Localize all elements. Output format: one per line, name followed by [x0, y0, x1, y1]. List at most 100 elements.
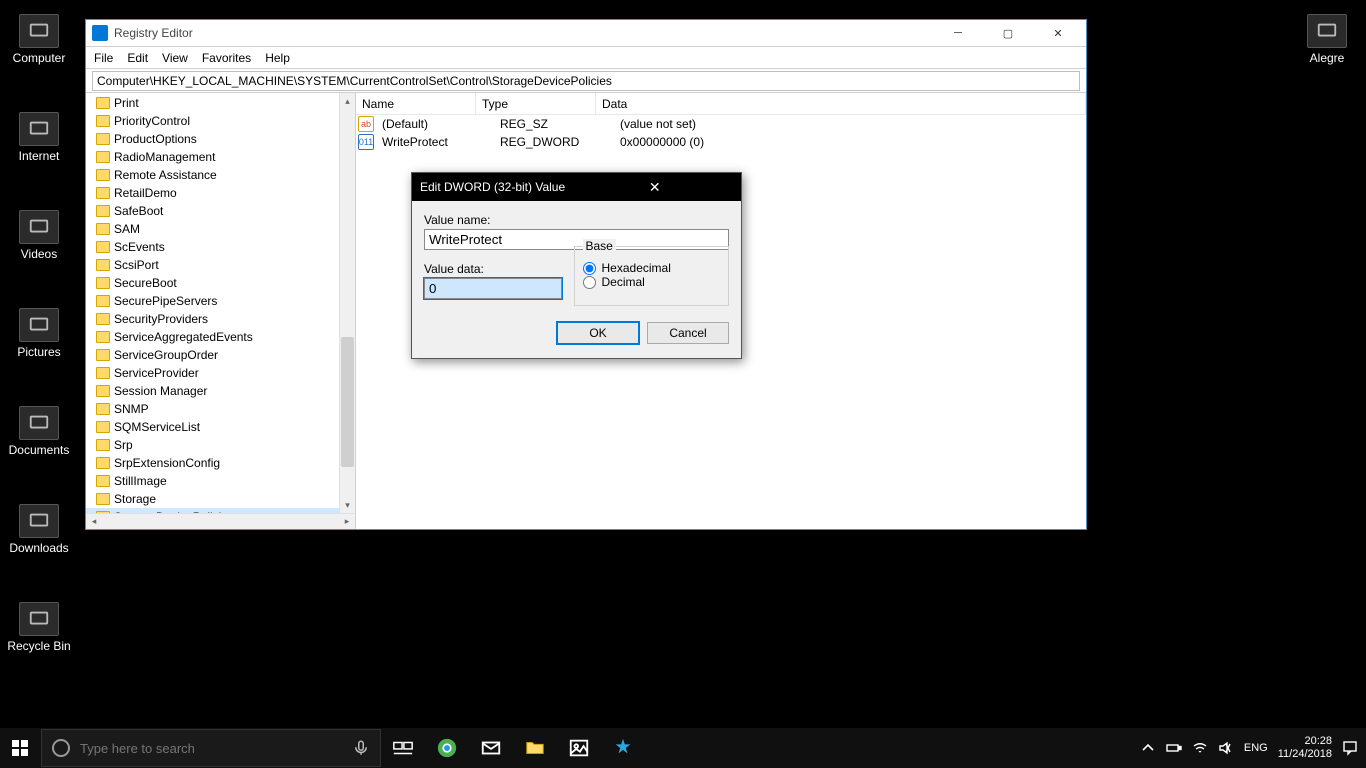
- tray-clock[interactable]: 20:28 11/24/2018: [1278, 735, 1332, 761]
- tree-node[interactable]: RadioManagement: [86, 148, 339, 166]
- task-view-button[interactable]: [381, 728, 425, 768]
- menu-favorites[interactable]: Favorites: [202, 51, 251, 65]
- desktop-icon-alegre[interactable]: Alegre: [1290, 14, 1364, 78]
- menu-file[interactable]: File: [94, 51, 113, 65]
- radio-dec-input[interactable]: [583, 276, 596, 289]
- dialog-close-button[interactable]: ✕: [577, 179, 734, 196]
- tree-node-label: SQMServiceList: [114, 420, 200, 434]
- tree-node[interactable]: ProductOptions: [86, 130, 339, 148]
- folder-icon: [96, 241, 110, 253]
- tree-node[interactable]: SecurityProviders: [86, 310, 339, 328]
- taskbar-file-explorer[interactable]: [513, 728, 557, 768]
- regedit-icon: [92, 25, 108, 41]
- scroll-down-button[interactable]: ▾: [340, 497, 355, 513]
- menu-bar: File Edit View Favorites Help: [86, 47, 1086, 69]
- tray-wifi-icon[interactable]: [1192, 740, 1208, 756]
- tree-node[interactable]: ServiceGroupOrder: [86, 346, 339, 364]
- window-title: Registry Editor: [114, 26, 930, 40]
- taskbar-mail[interactable]: [469, 728, 513, 768]
- tree-node[interactable]: Print: [86, 94, 339, 112]
- tree-node[interactable]: SNMP: [86, 400, 339, 418]
- tree-node[interactable]: SrpExtensionConfig: [86, 454, 339, 472]
- scroll-up-button[interactable]: ▴: [340, 93, 355, 109]
- tray-battery-icon[interactable]: [1166, 740, 1182, 756]
- value-row[interactable]: 011WriteProtectREG_DWORD0x00000000 (0): [356, 133, 1086, 151]
- col-name[interactable]: Name: [356, 93, 476, 115]
- search-box[interactable]: [41, 729, 381, 767]
- value-row[interactable]: ab(Default)REG_SZ(value not set): [356, 115, 1086, 133]
- menu-view[interactable]: View: [162, 51, 188, 65]
- cancel-button[interactable]: Cancel: [647, 322, 729, 344]
- menu-edit[interactable]: Edit: [127, 51, 148, 65]
- tree-node-label: ScsiPort: [114, 258, 159, 272]
- ok-button[interactable]: OK: [557, 322, 639, 344]
- tree-node[interactable]: ScEvents: [86, 238, 339, 256]
- folder-icon: [96, 493, 110, 505]
- radio-hex-input[interactable]: [583, 262, 596, 275]
- tree-node[interactable]: SAM: [86, 220, 339, 238]
- tree-node[interactable]: ScsiPort: [86, 256, 339, 274]
- tree-node[interactable]: PriorityControl: [86, 112, 339, 130]
- scroll-left-button[interactable]: ◂: [86, 514, 102, 529]
- taskbar-chrome[interactable]: [425, 728, 469, 768]
- tree-node[interactable]: SecurePipeServers: [86, 292, 339, 310]
- desktop-icon-internet[interactable]: Internet: [2, 112, 76, 176]
- minimize-button[interactable]: ─: [936, 20, 980, 47]
- tree-node[interactable]: SafeBoot: [86, 202, 339, 220]
- tray-volume-icon[interactable]: [1218, 740, 1234, 756]
- base-group: Base Hexadecimal Decimal: [574, 246, 730, 306]
- tree-view[interactable]: PrintPriorityControl ProductOptions RadioM…: [86, 93, 339, 513]
- col-type[interactable]: Type: [476, 93, 596, 115]
- tree-node[interactable]: StillImage: [86, 472, 339, 490]
- desktop-icon-videos[interactable]: Videos: [2, 210, 76, 274]
- desktop-icon-documents[interactable]: Documents: [2, 406, 76, 470]
- tree-node[interactable]: ServiceAggregatedEvents: [86, 328, 339, 346]
- tree-node[interactable]: Srp: [86, 436, 339, 454]
- tray-chevron-up-icon[interactable]: [1140, 740, 1156, 756]
- radio-hexadecimal[interactable]: Hexadecimal: [583, 261, 721, 275]
- desktop-icon-computer[interactable]: Computer: [2, 14, 76, 78]
- close-button[interactable]: ✕: [1036, 20, 1080, 47]
- folder-icon: [96, 421, 110, 433]
- tree-hscrollbar[interactable]: ◂ ▸: [86, 513, 355, 529]
- tree-vscrollbar[interactable]: ▴ ▾: [339, 93, 355, 513]
- tree-node[interactable]: SQMServiceList: [86, 418, 339, 436]
- tree-node-label: ProductOptions: [114, 132, 197, 146]
- tree-node-label: ServiceAggregatedEvents: [114, 330, 253, 344]
- title-bar[interactable]: Registry Editor ─ ▢ ✕: [86, 20, 1086, 47]
- tree-node[interactable]: Remote Assistance: [86, 166, 339, 184]
- system-tray: ENG 20:28 11/24/2018: [1132, 735, 1366, 761]
- search-input[interactable]: [80, 741, 342, 756]
- address-bar: [86, 69, 1086, 93]
- col-data[interactable]: Data: [596, 93, 1086, 115]
- desktop-icon-recycle-bin[interactable]: Recycle Bin: [2, 602, 76, 666]
- dialog-title-bar[interactable]: Edit DWORD (32-bit) Value ✕: [412, 173, 741, 201]
- taskbar: ENG 20:28 11/24/2018: [0, 728, 1366, 768]
- desktop-icon-downloads[interactable]: Downloads: [2, 504, 76, 568]
- tree-node[interactable]: Storage: [86, 490, 339, 508]
- maximize-button[interactable]: ▢: [986, 20, 1030, 47]
- address-input[interactable]: [92, 71, 1080, 91]
- radio-decimal[interactable]: Decimal: [583, 275, 721, 289]
- tree-node[interactable]: RetailDemo: [86, 184, 339, 202]
- folder-icon: [96, 151, 110, 163]
- tree-node-label: RetailDemo: [114, 186, 177, 200]
- tree-node-label: SAM: [114, 222, 140, 236]
- start-button[interactable]: [0, 728, 40, 768]
- value-data-input[interactable]: [424, 278, 562, 299]
- tree-node[interactable]: StorageDevicePolicies: [86, 508, 339, 513]
- menu-help[interactable]: Help: [265, 51, 290, 65]
- tree-node[interactable]: ServiceProvider: [86, 364, 339, 382]
- scroll-right-button[interactable]: ▸: [339, 514, 355, 529]
- folder-icon: [96, 115, 110, 127]
- value-type-icon: ab: [358, 116, 374, 132]
- taskbar-app[interactable]: [601, 728, 645, 768]
- desktop-icon-pictures[interactable]: Pictures: [2, 308, 76, 372]
- tray-action-center-icon[interactable]: [1342, 740, 1358, 756]
- tree-node[interactable]: SecureBoot: [86, 274, 339, 292]
- taskbar-photos[interactable]: [557, 728, 601, 768]
- tray-lang[interactable]: ENG: [1244, 742, 1268, 754]
- mic-icon[interactable]: [352, 739, 370, 757]
- scroll-thumb[interactable]: [341, 337, 354, 467]
- tree-node[interactable]: Session Manager: [86, 382, 339, 400]
